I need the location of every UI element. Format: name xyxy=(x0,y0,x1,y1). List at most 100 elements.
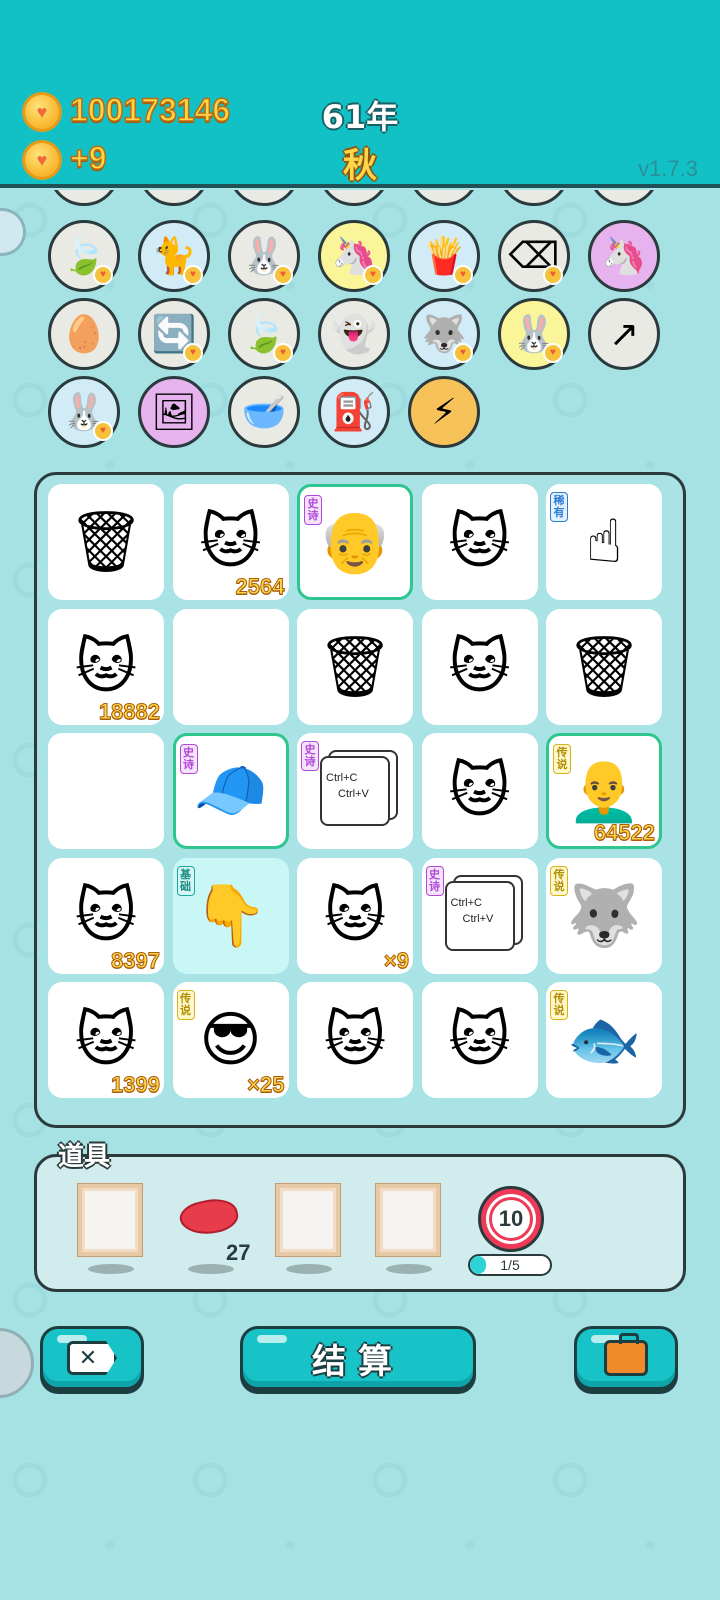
heart-badge-icon: ♥ xyxy=(363,265,383,285)
board-cell[interactable]: 🐺 传说 xyxy=(546,857,662,974)
rarity-tag: 史诗 xyxy=(425,865,444,896)
board-cell[interactable]: 🐱 xyxy=(421,733,538,849)
board-cell[interactable]: 👇 基础 xyxy=(172,857,289,974)
leaf-icon[interactable]: 🍃 ♥ xyxy=(48,220,120,292)
koi-fish-icon: 🐟 xyxy=(566,1006,642,1073)
tool-shadow xyxy=(188,1264,234,1274)
item-count: 2564 xyxy=(235,574,285,599)
lightning-icon[interactable]: ⚡ xyxy=(408,376,480,448)
gold-coin-icon: ♥ xyxy=(22,92,62,132)
board-cell[interactable]: 🐱 18882 xyxy=(48,608,164,725)
board-cell[interactable]: 🐱 2564 xyxy=(172,484,289,600)
board-cell[interactable]: 👨‍🦲 传说 64522 xyxy=(546,733,662,849)
fries-icon[interactable]: 🍟 ♥ xyxy=(408,220,480,292)
board-cell[interactable]: Ctrl+C Ctrl+V 史诗 xyxy=(297,733,413,849)
briefcase-icon xyxy=(604,1333,648,1376)
copy-paste-icon: Ctrl+C Ctrl+V xyxy=(320,756,390,826)
board-cell[interactable]: 🗑 xyxy=(546,608,662,725)
settle-button[interactable]: 结算 xyxy=(240,1326,476,1390)
board-cell[interactable]: 🧢 史诗 xyxy=(172,733,289,849)
target-value: 10 xyxy=(489,1197,533,1241)
heart-badge-icon: ♥ xyxy=(543,265,563,285)
unicorn-pair-icon[interactable]: 🦄 xyxy=(588,220,660,292)
board-cell[interactable]: 🐱 xyxy=(421,608,538,725)
empty-tool-slot[interactable] xyxy=(376,1184,440,1256)
item-count: 1399 xyxy=(111,1072,161,1097)
rabbit-icon[interactable]: 🐰 ♥ xyxy=(48,376,120,448)
board-cell[interactable]: ☝ 稀有 xyxy=(546,484,662,600)
board-cell[interactable]: 😎 传说 ×25 xyxy=(172,982,289,1098)
rarity-tag: 史诗 xyxy=(304,495,322,525)
item-count: ×25 xyxy=(247,1072,285,1097)
egg-tray-icon[interactable]: 🥚 xyxy=(48,298,120,370)
board-cell[interactable]: 🐟 传说 xyxy=(546,982,662,1098)
ctrl-c-text: Ctrl+C xyxy=(326,772,358,784)
season-label: 秋 xyxy=(343,146,377,186)
arrow-card-icon[interactable]: ↗ xyxy=(588,298,660,370)
skip-button[interactable]: ✕ xyxy=(40,1326,144,1390)
old-man-icon: 👴 xyxy=(317,508,393,575)
board-cell[interactable]: 🐱 1399 xyxy=(48,982,164,1098)
cat-icon: 🐱 xyxy=(74,1006,138,1073)
refresh-icon[interactable]: 🔄 ♥ xyxy=(138,298,210,370)
garbage-bag-icon: 🗑 xyxy=(67,508,145,575)
income-coin-icon: ♥ xyxy=(22,140,62,180)
board-cell[interactable]: Ctrl+C Ctrl+V 史诗 xyxy=(421,857,538,974)
board-cell[interactable]: 🗑 xyxy=(48,484,164,600)
cat-icon: 🐱 xyxy=(74,881,138,949)
skip-icon: ✕ xyxy=(67,1341,117,1375)
delete-tag-icon[interactable]: ⌫ ♥ xyxy=(498,220,570,292)
tools-title: 道具 xyxy=(58,1142,111,1172)
rarity-tag: 基础 xyxy=(176,865,195,896)
empty-tool-slot[interactable] xyxy=(78,1184,142,1256)
year-label: 61年 xyxy=(321,98,399,136)
red-cap-boy-icon: 🧢 xyxy=(193,757,268,824)
heart-badge-icon: ♥ xyxy=(183,265,203,285)
board-cell[interactable]: 👴 史诗 xyxy=(297,484,413,600)
board-cell[interactable]: 🗑 xyxy=(297,608,413,725)
heart-badge-icon: ♥ xyxy=(273,343,293,363)
backpack-button[interactable] xyxy=(574,1326,678,1390)
rarity-tag: 稀有 xyxy=(550,492,568,522)
crown-frame-icon[interactable]: 🖼 xyxy=(138,376,210,448)
cat-icon: 🐱 xyxy=(448,757,511,824)
tool-shadow xyxy=(88,1264,134,1274)
heart-badge-icon: ♥ xyxy=(543,343,563,363)
ctrl-v-text: Ctrl+V xyxy=(462,912,494,925)
progress-text: 1/5 xyxy=(500,1257,520,1273)
board-cell[interactable]: 🐱 xyxy=(421,982,538,1098)
empty-board-cell[interactable] xyxy=(172,608,289,725)
copy-paste-icon: Ctrl+C Ctrl+V xyxy=(444,880,515,951)
board-cell[interactable]: 🐱 8397 xyxy=(48,857,164,974)
tool-shadow xyxy=(386,1264,432,1274)
cat-back-icon[interactable]: 🐈 ♥ xyxy=(138,220,210,292)
rabbit-icon[interactable]: 🐰 ♥ xyxy=(498,298,570,370)
item-count: 64522 xyxy=(593,820,655,845)
empty-board-cell[interactable] xyxy=(48,733,164,849)
board-cell[interactable]: 🐱 xyxy=(297,982,413,1098)
unicorn-icon[interactable]: 🦄 ♥ xyxy=(318,220,390,292)
ctrl-v-text: Ctrl+V xyxy=(338,788,369,800)
garbage-bag-icon: 🗑 xyxy=(316,632,394,700)
cat-icon: 🐱 xyxy=(448,1006,511,1073)
husky-icon[interactable]: 🐺 ♥ xyxy=(408,298,480,370)
empty-tool-slot[interactable] xyxy=(276,1184,340,1256)
ghost-icon[interactable]: 👻 xyxy=(318,298,390,370)
target-tool-icon[interactable]: 10 xyxy=(478,1186,544,1252)
heart-badge-icon: ♥ xyxy=(273,265,293,285)
version-label: v1.7.3 xyxy=(638,156,698,181)
rabbit-icon[interactable]: 🐰 ♥ xyxy=(228,220,300,292)
rarity-tag: 传说 xyxy=(550,865,568,896)
board-cell[interactable]: 🐱 xyxy=(421,484,538,600)
leaf-icon[interactable]: 🍃 ♥ xyxy=(228,298,300,370)
pump-icon[interactable]: ⛽ xyxy=(318,376,390,448)
cat-icon: 🐱 xyxy=(448,632,511,700)
garbage-bag-icon: 🗑 xyxy=(565,632,643,700)
bald-grandpa-icon: 👨‍🦲 xyxy=(566,757,642,824)
settle-label: 结算 xyxy=(312,1341,404,1382)
dog-bowl-icon[interactable]: 🥣 xyxy=(228,376,300,448)
liver-count: 27 xyxy=(226,1240,251,1265)
board-cell[interactable]: 🐱 ×9 xyxy=(297,857,413,974)
rarity-tag: 史诗 xyxy=(301,741,319,771)
game-board: 🗑 🐱 2564 👴 史诗 🐱 ☝ 稀有 🐱 18882 🗑 🐱 🗑 🧢 史诗 Ctrl+C Ctrl+V 史诗 🐱… xyxy=(34,472,686,1128)
